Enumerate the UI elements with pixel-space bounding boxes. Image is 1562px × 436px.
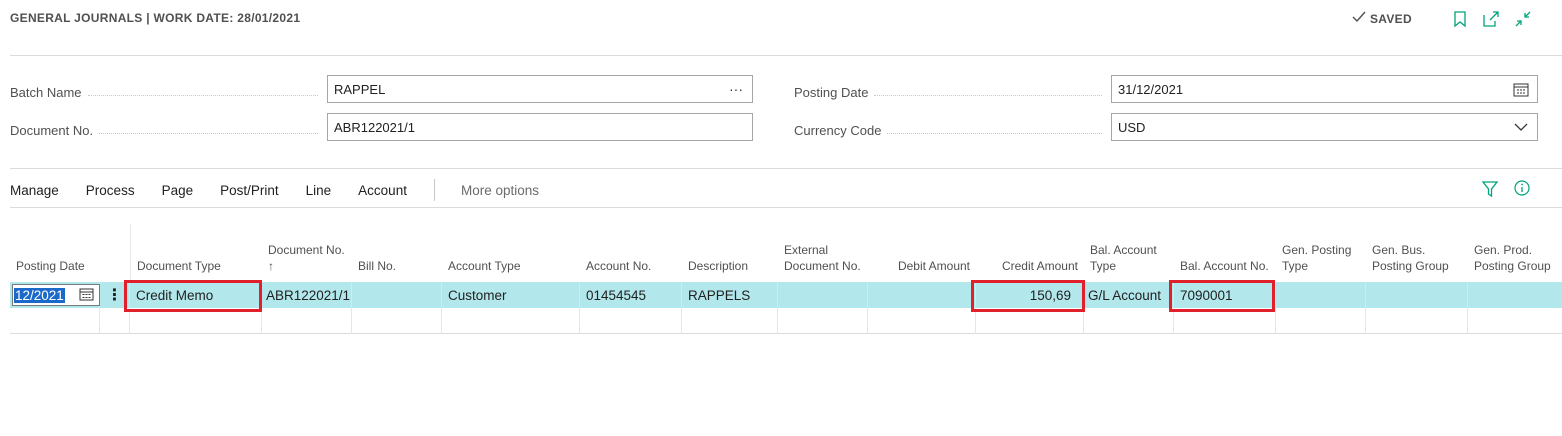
checkmark-icon: [1352, 11, 1366, 26]
bill-no-cell[interactable]: [352, 282, 442, 308]
account-no-cell[interactable]: 01454545: [580, 282, 682, 308]
col-account-type[interactable]: Account Type: [442, 224, 580, 282]
bookmark-icon[interactable]: [1451, 10, 1469, 28]
description-cell[interactable]: RAPPELS: [682, 282, 778, 308]
gen-bus-posting-group-cell[interactable]: [1366, 282, 1468, 308]
menu-process[interactable]: Process: [86, 183, 135, 198]
currency-code-label: Currency Code: [794, 118, 1110, 138]
empty-cell[interactable]: [682, 308, 778, 334]
empty-cell[interactable]: [778, 308, 868, 334]
divider: [10, 168, 1562, 169]
filter-icon[interactable]: [1481, 180, 1499, 198]
col-bal-account-type[interactable]: Bal. Account Type: [1084, 224, 1174, 282]
posting-date-label: Posting Date: [794, 80, 1110, 100]
highlight-document-type: [124, 280, 262, 312]
document-no-value: ABR122021/1: [334, 119, 415, 135]
gen-prod-posting-group-cell[interactable]: [1468, 282, 1562, 308]
menu-post-print[interactable]: Post/Print: [220, 183, 279, 198]
menu-page[interactable]: Page: [162, 183, 194, 198]
collapse-icon[interactable]: [1514, 10, 1532, 28]
posting-date-editor[interactable]: 12/2021: [12, 284, 100, 306]
more-options-button[interactable]: More options: [461, 183, 539, 198]
saved-label: SAVED: [1370, 11, 1412, 26]
calendar-icon[interactable]: [79, 287, 94, 304]
col-credit-amount[interactable]: Credit Amount: [976, 224, 1084, 282]
posting-date-cell[interactable]: 12/2021: [10, 282, 100, 308]
empty-cell[interactable]: [262, 308, 352, 334]
bal-account-type-cell[interactable]: G/L Account: [1084, 282, 1174, 308]
document-no-input[interactable]: ABR122021/1: [327, 113, 753, 141]
chevron-down-icon[interactable]: [1511, 117, 1531, 137]
batch-name-input[interactable]: RAPPEL ···: [327, 75, 753, 103]
highlight-credit-amount: [971, 280, 1085, 312]
currency-code-select[interactable]: USD: [1111, 113, 1538, 141]
empty-cell[interactable]: [868, 308, 976, 334]
col-posting-date[interactable]: Posting Date: [10, 224, 130, 282]
empty-cell[interactable]: [1084, 308, 1174, 334]
action-bar: Manage Process Page Post/Print Line Acco…: [10, 179, 566, 201]
empty-cell[interactable]: [442, 308, 580, 334]
col-debit-amount[interactable]: Debit Amount: [868, 224, 976, 282]
ellipsis-icon[interactable]: ···: [726, 79, 746, 99]
external-document-no-cell[interactable]: [778, 282, 868, 308]
page-title: GENERAL JOURNALS | WORK DATE: 28/01/2021: [10, 11, 301, 25]
divider: [10, 55, 1562, 56]
col-description[interactable]: Description: [682, 224, 778, 282]
posting-date-cell-value: 12/2021: [14, 287, 65, 303]
col-bal-account-no[interactable]: Bal. Account No.: [1174, 224, 1276, 282]
calendar-icon[interactable]: [1511, 79, 1531, 99]
debit-amount-cell[interactable]: [868, 282, 976, 308]
posting-date-input[interactable]: 31/12/2021: [1111, 75, 1538, 103]
saved-status: SAVED: [1352, 11, 1412, 26]
col-document-type[interactable]: Document Type: [130, 224, 262, 282]
batch-name-label: Batch Name: [10, 80, 326, 100]
col-gen-prod-posting-group[interactable]: Gen. Prod. Posting Group: [1468, 224, 1562, 282]
col-gen-posting-type[interactable]: Gen. Posting Type: [1276, 224, 1366, 282]
empty-cell[interactable]: [10, 308, 100, 334]
menu-manage[interactable]: Manage: [10, 183, 59, 198]
highlight-bal-account-no: [1169, 280, 1275, 312]
open-new-window-icon[interactable]: [1482, 10, 1500, 28]
empty-cell[interactable]: [1276, 308, 1366, 334]
empty-cell[interactable]: [580, 308, 682, 334]
document-no-label: Document No.: [10, 118, 326, 138]
empty-cell[interactable]: [1366, 308, 1468, 334]
posting-date-value: 31/12/2021: [1118, 81, 1184, 97]
action-separator: [433, 179, 435, 201]
menu-line[interactable]: Line: [306, 183, 332, 198]
col-external-document-no[interactable]: External Document No.: [778, 224, 868, 282]
info-icon[interactable]: [1513, 179, 1531, 197]
gen-posting-type-cell[interactable]: [1276, 282, 1366, 308]
col-bill-no[interactable]: Bill No.: [352, 224, 442, 282]
col-account-no[interactable]: Account No.: [580, 224, 682, 282]
empty-cell[interactable]: [352, 308, 442, 334]
batch-name-value: RAPPEL: [334, 81, 386, 97]
col-gen-bus-posting-group[interactable]: Gen. Bus. Posting Group: [1366, 224, 1468, 282]
document-no-cell[interactable]: ABR122021/1: [262, 282, 352, 308]
col-document-no[interactable]: Document No. ↑: [262, 224, 352, 282]
account-type-cell[interactable]: Customer: [442, 282, 580, 308]
divider: [10, 207, 1562, 208]
currency-code-value: USD: [1118, 119, 1146, 135]
empty-cell[interactable]: [1468, 308, 1562, 334]
menu-account[interactable]: Account: [358, 183, 407, 198]
